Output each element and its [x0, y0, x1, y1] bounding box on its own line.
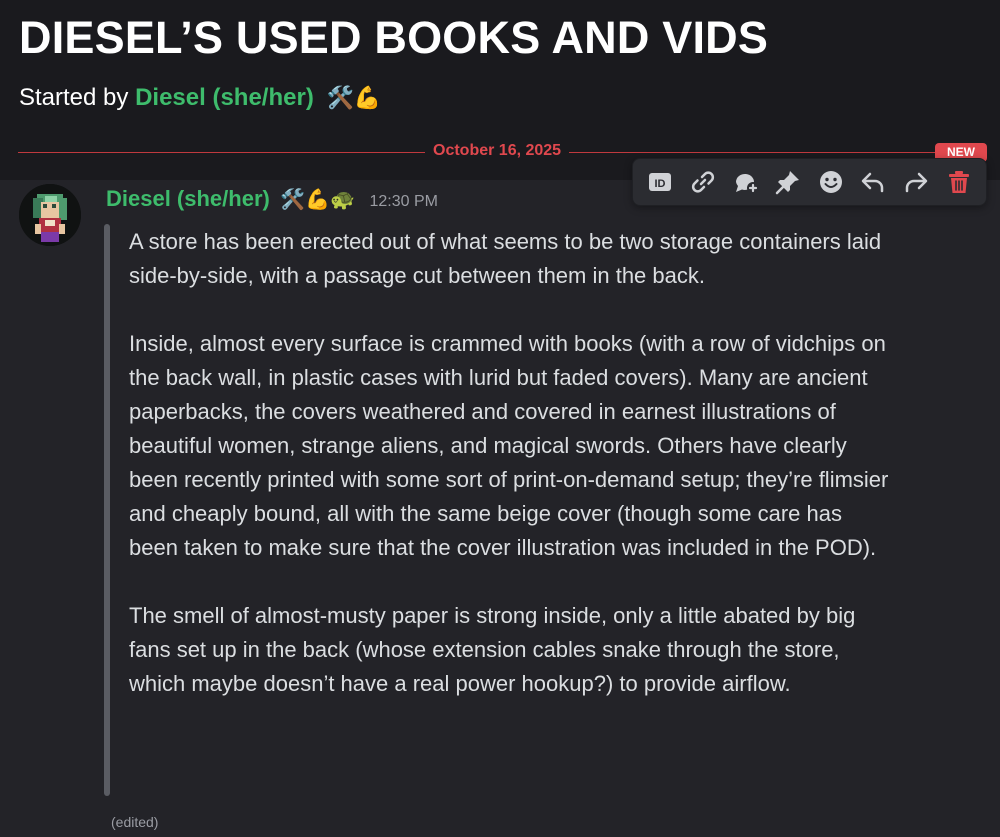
link-icon — [691, 171, 715, 193]
message-actions-toolbar: ID — [632, 158, 987, 206]
thread-header: DIESEL’S USED BOOKS AND VIDS Started by … — [0, 0, 1000, 150]
delete-message-button[interactable] — [941, 164, 977, 200]
pin-message-button[interactable] — [770, 164, 806, 200]
create-thread-button[interactable] — [728, 164, 764, 200]
thread-author-link[interactable]: Diesel (she/her) — [135, 84, 314, 111]
divider-date: October 16, 2025 — [425, 142, 570, 160]
thread-title: DIESEL’S USED BOOKS AND VIDS — [19, 12, 769, 63]
avatar[interactable] — [19, 184, 81, 246]
forward-icon — [905, 172, 928, 193]
message-author-emojis: 🛠️💪🐢 — [280, 189, 356, 211]
message-content: A store has been erected out of what see… — [129, 225, 889, 701]
svg-text:ID: ID — [655, 178, 666, 190]
message-header: Diesel (she/her) 🛠️💪🐢 12:30 PM — [106, 186, 438, 212]
copy-id-button[interactable]: ID — [642, 164, 678, 200]
reply-icon — [862, 172, 884, 193]
avatar-image — [19, 184, 81, 246]
reply-button[interactable] — [855, 164, 891, 200]
message-timestamp[interactable]: 12:30 PM — [369, 193, 437, 210]
trash-icon — [948, 171, 969, 193]
thread-started-by: Started by Diesel (she/her) 🛠️💪 — [19, 84, 381, 112]
add-reaction-button[interactable] — [813, 164, 849, 200]
message-paragraph: A store has been erected out of what see… — [129, 229, 882, 288]
copy-link-button[interactable] — [685, 164, 721, 200]
message-paragraph: Inside, almost every surface is crammed … — [129, 331, 889, 560]
edited-label: (edited) — [111, 814, 159, 830]
pin-icon — [775, 171, 800, 195]
author-emoji-badges: 🛠️💪 — [326, 85, 382, 110]
blockquote-bar — [104, 224, 110, 796]
message-paragraph: The smell of almost-musty paper is stron… — [129, 603, 856, 696]
started-by-label: Started by — [19, 84, 129, 111]
id-icon: ID — [649, 173, 672, 191]
emoji-icon — [819, 171, 842, 193]
thread-reply-icon — [735, 173, 759, 194]
message-author[interactable]: Diesel (she/her) — [106, 186, 270, 211]
forward-button[interactable] — [898, 164, 934, 200]
